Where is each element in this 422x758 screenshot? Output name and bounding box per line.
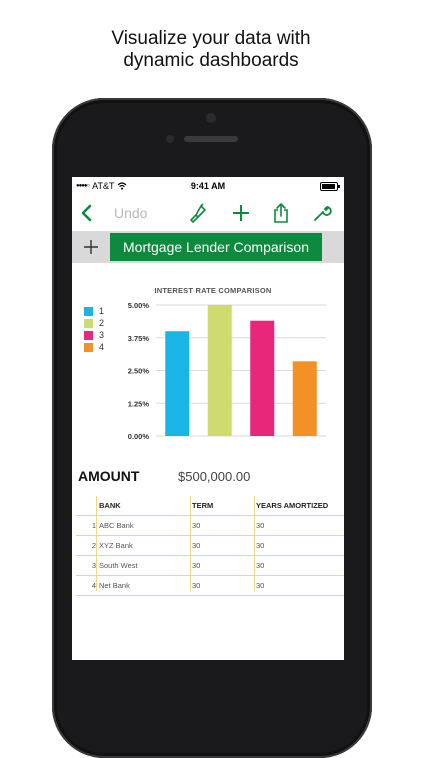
- phone-camera: [166, 135, 174, 143]
- back-chevron-icon[interactable]: [74, 201, 98, 225]
- status-time: 9:41 AM: [190, 181, 226, 191]
- wrench-icon[interactable]: [310, 201, 334, 225]
- chart-title: INTEREST RATE COMPARISON: [154, 286, 272, 295]
- toolbar: Undo: [72, 195, 344, 231]
- bar-4: [292, 361, 317, 436]
- bar-1: [165, 331, 190, 436]
- years-cell[interactable]: 30: [256, 561, 264, 570]
- headline-line-1: Visualize your data with: [111, 28, 311, 49]
- table-header-row: BANK TERM YEARS AMORTIZED: [76, 496, 344, 516]
- bar-2: [207, 305, 232, 436]
- row-number: 2: [91, 541, 96, 550]
- table-row: 1 ABC Bank 30 30: [76, 516, 344, 536]
- header-years-amortized[interactable]: YEARS AMORTIZED: [256, 501, 328, 510]
- years-cell[interactable]: 30: [256, 581, 264, 590]
- plus-icon[interactable]: [229, 201, 253, 225]
- app-screen: ●●●●○ AT&T 9:41 AM Undo Mortgage Lender …: [72, 177, 344, 660]
- y-tick-label: 3.75%: [128, 334, 150, 343]
- row-number: 4: [91, 581, 96, 590]
- phone-sensor: [206, 113, 216, 123]
- bank-cell[interactable]: XYZ Bank: [99, 541, 133, 550]
- status-bar: ●●●●○ AT&T 9:41 AM: [72, 177, 344, 195]
- lender-table: BANK TERM YEARS AMORTIZED 1 ABC Bank 30 …: [76, 496, 344, 596]
- battery-level: [322, 184, 335, 189]
- bar-3: [250, 320, 275, 436]
- term-cell[interactable]: 30: [192, 561, 200, 570]
- amount-value[interactable]: $500,000.00: [178, 469, 250, 484]
- y-tick-label: 1.25%: [128, 399, 150, 408]
- tab-mortgage-lender-comparison[interactable]: Mortgage Lender Comparison: [110, 233, 322, 261]
- row-number: 3: [91, 561, 96, 570]
- share-icon[interactable]: [269, 201, 293, 225]
- bank-cell[interactable]: ABC Bank: [99, 521, 134, 530]
- undo-button[interactable]: Undo: [114, 205, 147, 221]
- table-row: 2 XYZ Bank 30 30: [76, 536, 344, 556]
- y-tick-label: 0.00%: [128, 432, 150, 441]
- term-cell[interactable]: 30: [192, 581, 200, 590]
- phone-speaker: [184, 136, 238, 142]
- bank-cell[interactable]: South West: [99, 561, 138, 570]
- y-tick-label: 5.00%: [128, 301, 150, 310]
- marketing-headline: Visualize your data with dynamic dashboa…: [0, 28, 422, 72]
- bank-cell[interactable]: Net Bank: [99, 581, 130, 590]
- headline-line-2: dynamic dashboards: [123, 50, 299, 71]
- interest-rate-bar-chart: 5.00% 3.75% 2.50% 1.25% 0.00%: [128, 301, 326, 441]
- table-row: 4 Net Bank 30 30: [76, 576, 344, 596]
- battery-icon: [320, 182, 340, 191]
- sheet-tab-bar: Mortgage Lender Comparison: [72, 231, 344, 263]
- term-cell[interactable]: 30: [192, 521, 200, 530]
- years-cell[interactable]: 30: [256, 521, 264, 530]
- paintbrush-icon[interactable]: [186, 201, 210, 225]
- y-tick-label: 2.50%: [128, 367, 150, 376]
- header-term[interactable]: TERM: [192, 501, 213, 510]
- term-cell[interactable]: 30: [192, 541, 200, 550]
- amount-label: AMOUNT: [78, 468, 140, 484]
- add-sheet-icon[interactable]: [78, 234, 104, 260]
- table-row: 3 South West 30 30: [76, 556, 344, 576]
- header-bank[interactable]: BANK: [99, 501, 121, 510]
- years-cell[interactable]: 30: [256, 541, 264, 550]
- row-number: 1: [91, 521, 96, 530]
